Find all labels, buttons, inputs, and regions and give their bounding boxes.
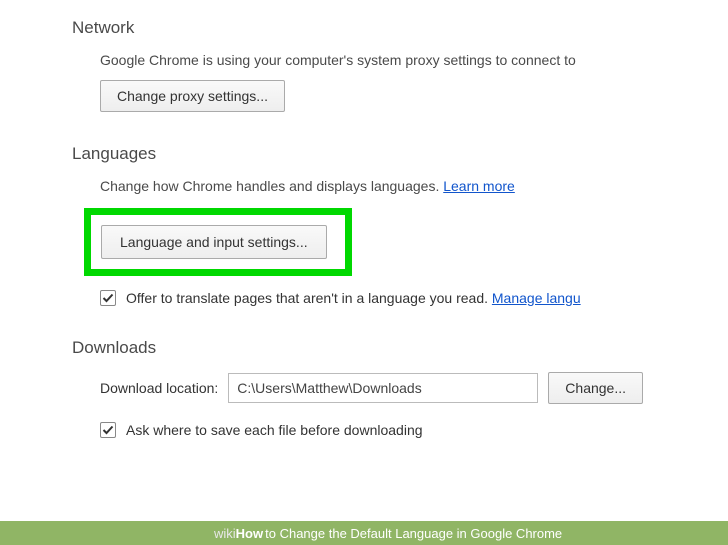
languages-description: Change how Chrome handles and displays l… [100, 178, 728, 194]
download-location-input[interactable] [228, 373, 538, 403]
downloads-title: Downloads [72, 338, 728, 358]
translate-label: Offer to translate pages that aren't in … [126, 290, 581, 306]
languages-title: Languages [72, 144, 728, 164]
checkmark-icon [102, 424, 114, 436]
ask-save-label: Ask where to save each file before downl… [126, 422, 423, 438]
translate-option-row: Offer to translate pages that aren't in … [100, 290, 728, 306]
languages-section: Languages Change how Chrome handles and … [72, 144, 728, 306]
manage-languages-link[interactable]: Manage langu [492, 290, 581, 306]
change-download-location-button[interactable]: Change... [548, 372, 643, 404]
footer-text: to Change the Default Language in Google… [265, 526, 562, 541]
language-input-settings-button[interactable]: Language and input settings... [101, 225, 327, 259]
network-section: Network Google Chrome is using your comp… [72, 18, 728, 112]
ask-save-row: Ask where to save each file before downl… [100, 422, 728, 438]
network-title: Network [72, 18, 728, 38]
ask-save-checkbox[interactable] [100, 422, 116, 438]
downloads-section: Downloads Download location: Change... A… [72, 338, 728, 438]
change-proxy-button[interactable]: Change proxy settings... [100, 80, 285, 112]
network-description: Google Chrome is using your computer's s… [100, 52, 728, 68]
translate-checkbox[interactable] [100, 290, 116, 306]
download-location-label: Download location: [100, 380, 218, 396]
checkmark-icon [102, 292, 114, 304]
footer-wiki: wikiHow [214, 526, 263, 541]
highlight-box: Language and input settings... [84, 208, 352, 276]
footer-caption: wikiHow to Change the Default Language i… [0, 521, 728, 545]
learn-more-link[interactable]: Learn more [443, 178, 515, 194]
